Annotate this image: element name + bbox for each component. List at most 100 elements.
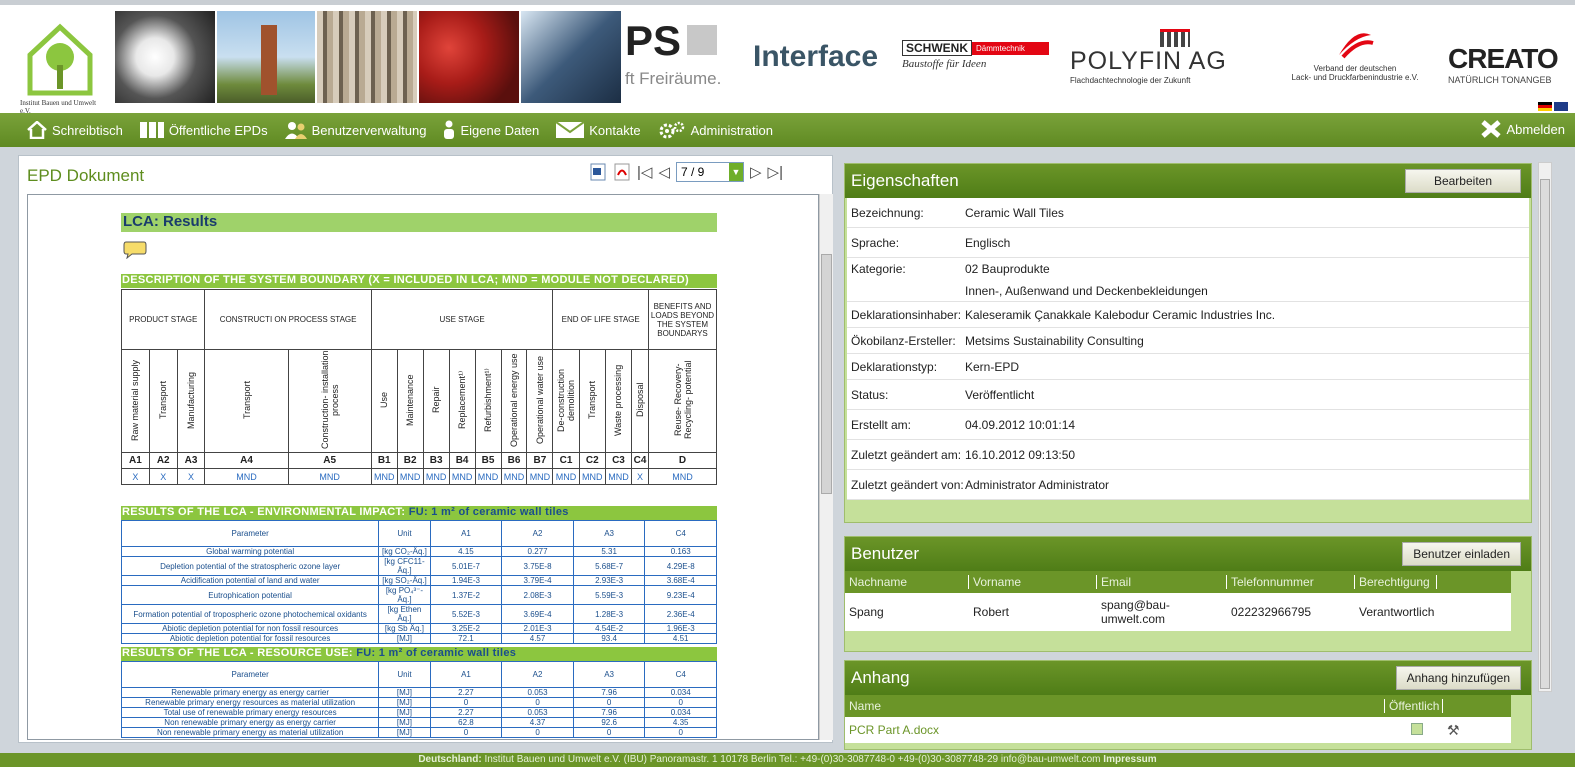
module-name-cell: Repair [422,349,450,453]
users-column-header: Telefonnummer [1227,575,1355,589]
module-value: MND [648,468,717,485]
prev-page-icon[interactable]: ◁ [658,163,670,181]
right-scrollbar[interactable] [1538,162,1552,692]
scroll-thumb[interactable] [821,254,832,494]
table-cell: Depletion potential of the stratospheric… [120,556,380,576]
module-name: Transport [158,380,169,420]
module-code: C4 [631,452,649,469]
table-cell: 0.277 [501,546,574,557]
table-cell: 1.28E-3 [572,604,646,624]
main-navigation: Schreibtisch Öffentliche EPDs Benutzerve… [0,113,1575,147]
table-cell: [kg SO₂-Äq.] [378,575,431,586]
module-name: Waste processing [613,364,624,436]
document-scrollbar[interactable] [819,194,833,740]
ps-logo: PS [625,17,718,65]
table-cell: 1.96E-3 [644,623,717,634]
chevron-down-icon[interactable]: ▼ [728,163,743,181]
module-name-cell: Disposal [631,349,649,453]
module-name: Replacement¹⁾ [457,370,468,430]
nav-label: Eigene Daten [460,122,540,138]
impressum-link[interactable]: Impressum [1103,754,1156,765]
nav-kontakte[interactable]: Kontakte [555,121,641,139]
stage-header: PRODUCT STAGE [120,289,206,350]
table-cell: 0 [572,697,646,708]
nav-label: Benutzerverwaltung [311,122,427,138]
edit-button[interactable]: Bearbeiten [1404,169,1521,193]
table-cell: [MJ] [378,633,431,644]
envelope-icon [555,121,585,138]
add-attachment-button[interactable]: Anhang hinzufügen [1395,666,1521,690]
verband-swoosh-icon [1339,33,1374,59]
table-cell: 5.59E-3 [572,585,646,605]
photo-skyscraper [521,11,621,103]
table-cell: Abiotic depletion potential for non foss… [120,623,380,634]
column-header: Unit [378,661,431,688]
next-page-icon[interactable]: ▷ [750,163,762,181]
table-cell: 4.35 [644,717,717,728]
comment-icon[interactable] [123,241,147,259]
logout-label: Abmelden [1506,121,1565,137]
last-page-icon[interactable]: ▷| [768,163,783,181]
table-row: Abiotic depletion potential for fossil r… [120,633,717,644]
first-page-icon[interactable]: |◁ [637,163,652,181]
module-names-row: Raw material supply Transport Manufacturin… [121,349,717,453]
settings-tool-icon[interactable]: ⚒ [1443,721,1483,739]
invite-user-button[interactable]: Benutzer einladen [1402,542,1521,566]
table-cell: 92.6 [572,717,646,728]
property-value: Kaleseramik Çanakkale Kalebodur Ceramic … [965,307,1276,322]
property-key: Deklarationsinhaber: [851,307,962,322]
table-cell: Non renewable primary energy as material… [120,727,380,738]
column-header: Unit [378,520,431,547]
users-grid-header: Nachname Vorname Email Telefonnummer Berecht… [845,571,1511,593]
word-export-icon[interactable] [589,163,607,181]
logout-button[interactable]: Abmelden [1480,119,1565,139]
page-select[interactable]: 7 / 9 ▼ [675,162,744,182]
home-icon [27,121,47,139]
module-value: MND [204,468,289,485]
close-x-icon [1481,120,1502,138]
public-checkbox[interactable] [1385,722,1443,738]
table-row: Depletion potential of the stratospheric… [120,556,717,576]
module-code: C1 [552,452,580,469]
column-header: Parameter [120,520,380,547]
table-cell: [MJ] [378,697,431,708]
document-toolbar: |◁ ◁ 7 / 9 ▼ ▷ ▷| [589,162,783,182]
module-code: A4 [204,452,289,469]
scroll-thumb[interactable] [1540,179,1550,689]
nav-benutzerverwaltung[interactable]: Benutzerverwaltung [284,120,427,140]
flag-gb-icon[interactable] [1554,102,1568,111]
table-row[interactable]: Spang Robert spang@bau-umwelt.com 022232966… [845,593,1511,631]
table-cell: 4.57 [501,633,574,644]
property-key: Bezeichnung: [851,205,924,220]
module-code: A5 [287,452,372,469]
pdf-export-icon[interactable] [613,163,631,181]
table-cell: 5.68E-7 [572,556,646,576]
document-viewer[interactable]: LCA: Results DESCRIPTION OF THE SYSTEM B… [27,194,819,740]
property-key: Zuletzt geändert am: [851,447,962,462]
property-key: Sprache: [851,235,900,250]
module-codes-row: A1 A2 A3 A4 A5 B1 B2 B3 B4 B5 B6 B7 C1 C2 C3 C4 D [121,452,717,469]
footer-address: Institut Bauen und Umwelt e.V. (IBU) Pan… [484,754,1101,765]
table-cell: 0.034 [644,687,717,698]
attachments-grid-header: Name Öffentlich [845,695,1511,717]
nav-schreibtisch[interactable]: Schreibtisch [26,121,123,139]
module-value: MND [526,468,554,485]
attachment-link[interactable]: PCR Part A.docx [845,723,1385,737]
table-cell: 2.93E-3 [572,575,646,586]
module-code: B5 [474,452,502,469]
nav-administration[interactable]: Administration [657,120,773,140]
module-code: A3 [176,452,206,469]
language-flags[interactable] [1538,102,1568,111]
nav-eigene-daten[interactable]: Eigene Daten [442,120,539,140]
header-banner: Institut Bauen und Umwelt e.V. PS ft Fre… [0,0,1575,115]
gears-icon [659,121,684,139]
property-key: Kategorie: [851,262,906,276]
property-value: Englisch [965,235,1011,250]
freiraeume-text: ft Freiräume. [625,69,722,88]
flag-de-icon[interactable] [1538,102,1552,111]
module-value: MND [552,468,580,485]
nav-oeffentliche-epds[interactable]: Öffentliche EPDs [139,121,268,139]
attachments-title: Anhang [851,668,910,687]
attachment-row[interactable]: PCR Part A.docx ⚒ [845,717,1511,743]
property-row: Kategorie: 02 Bauprodukte [847,258,1529,280]
